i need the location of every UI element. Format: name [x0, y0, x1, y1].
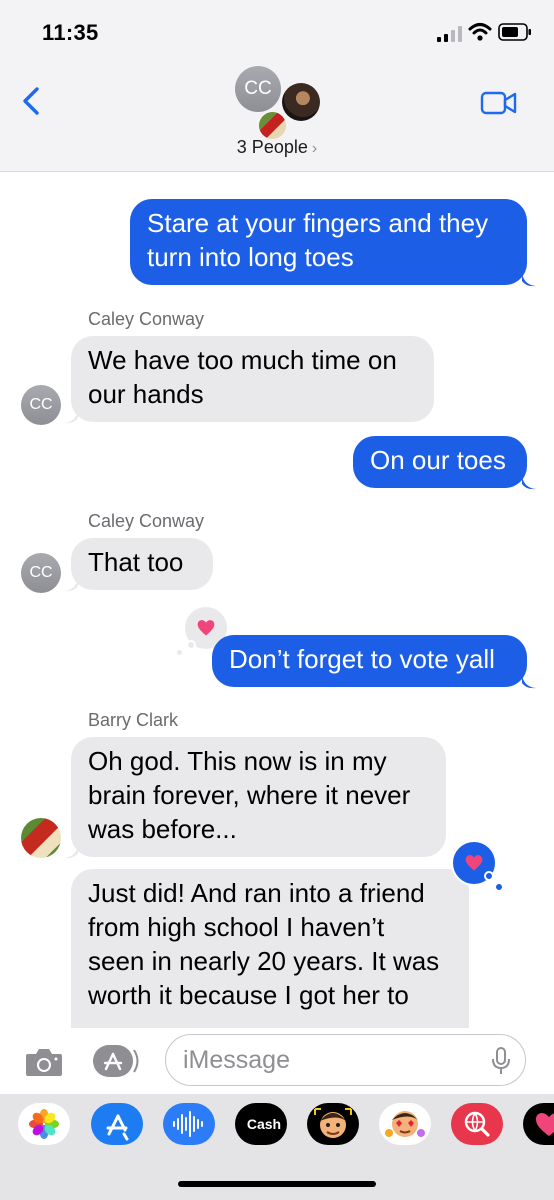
message-text-line: from high school I haven’t	[88, 912, 385, 942]
message-bubble-incoming[interactable]: We have too much time on our hands	[71, 336, 434, 422]
app-store-button-icon[interactable]	[92, 1044, 142, 1078]
group-avatar-photo[interactable]	[282, 83, 320, 121]
audio-message-icon[interactable]	[163, 1103, 215, 1145]
digital-touch-icon[interactable]	[523, 1103, 554, 1145]
message-text-line: That too	[88, 547, 184, 577]
message-text-line: We have too much time on	[88, 345, 397, 375]
cellular-signal-icon	[437, 26, 462, 42]
message-text-line: brain forever, where it never	[88, 780, 411, 810]
heart-icon	[465, 855, 483, 871]
bubble-tail	[64, 845, 78, 859]
sender-avatar[interactable]: CC	[21, 553, 61, 593]
message-text-line: was before...	[88, 814, 237, 844]
wifi-icon	[468, 23, 492, 41]
bubble-tail	[64, 410, 78, 424]
status-time: 11:35	[42, 20, 99, 45]
app-store-icon[interactable]	[91, 1103, 143, 1145]
tapback-dot	[186, 640, 196, 650]
sender-name: Barry Clark	[88, 710, 179, 730]
video-call-icon[interactable]	[480, 90, 518, 116]
globe-search-icon	[464, 1111, 490, 1137]
memoji-stickers-face-icon	[385, 1111, 425, 1137]
message-bubble-outgoing[interactable]: Don’t forget to vote yall	[212, 635, 527, 687]
message-text-line: Oh god. This now is in my	[88, 746, 387, 776]
group-avatar-cc[interactable]: CC	[235, 66, 281, 112]
back-chevron-icon[interactable]	[18, 86, 46, 116]
bubble-tail	[522, 476, 536, 490]
sender-name: Caley Conway	[88, 309, 205, 329]
message-bubble-outgoing[interactable]: Stare at your fingers and they turn into…	[130, 199, 527, 285]
photos-icon[interactable]	[18, 1103, 70, 1145]
message-text-line: worth it because I got her to	[88, 980, 409, 1010]
bubble-tail	[522, 273, 536, 287]
message-text-line: our hands	[88, 379, 204, 409]
bubble-tail	[64, 578, 78, 592]
memoji-face-icon	[314, 1108, 352, 1138]
status-bar: 11:35	[0, 0, 554, 62]
digital-touch-heart-icon	[536, 1113, 554, 1136]
tapback-dot	[484, 871, 494, 881]
message-text-line: seen in nearly 20 years. It was	[88, 946, 440, 976]
memoji-stickers-icon[interactable]	[379, 1103, 431, 1145]
message-bubble-incoming[interactable]: Oh god. This now is in my brain forever,…	[71, 737, 446, 857]
sender-avatar[interactable]: CC	[21, 385, 61, 425]
message-bubble-incoming[interactable]: That too	[71, 538, 213, 590]
home-indicator[interactable]	[178, 1181, 376, 1187]
search-images-icon[interactable]	[451, 1103, 503, 1145]
memoji-icon[interactable]	[307, 1103, 359, 1145]
message-text-line: Just did! And ran into a friend	[88, 878, 425, 908]
bubble-tail	[522, 675, 536, 689]
sender-avatar-photo[interactable]	[21, 818, 61, 858]
apple-cash-label: Cash	[246, 1116, 282, 1132]
waveform-icon	[173, 1111, 203, 1137]
microphone-icon[interactable]	[490, 1046, 512, 1076]
chevron-right-icon: ›	[311, 140, 318, 157]
message-text-line: On our toes	[370, 445, 506, 475]
message-bubble-outgoing[interactable]: On our toes	[353, 436, 527, 488]
sender-name: Caley Conway	[88, 511, 205, 531]
group-people-button[interactable]: 3 People ›	[0, 137, 554, 158]
group-people-label: 3 People	[236, 137, 308, 157]
camera-icon[interactable]	[24, 1046, 64, 1078]
tapback-dot	[177, 650, 182, 655]
message-text-line: Don’t forget to vote yall	[229, 644, 495, 674]
message-input-placeholder: iMessage	[183, 1046, 290, 1074]
apple-cash-icon[interactable]: Cash	[235, 1103, 287, 1145]
group-avatar-photo-small[interactable]	[259, 112, 286, 139]
message-text-line: turn into long toes	[147, 242, 354, 272]
tapback-dot	[496, 884, 502, 890]
app-store-a-icon	[106, 1114, 129, 1141]
battery-icon	[498, 23, 531, 41]
heart-icon	[197, 620, 215, 636]
message-text-line: Stare at your fingers and they	[147, 208, 489, 238]
photos-flower-icon	[29, 1109, 59, 1139]
